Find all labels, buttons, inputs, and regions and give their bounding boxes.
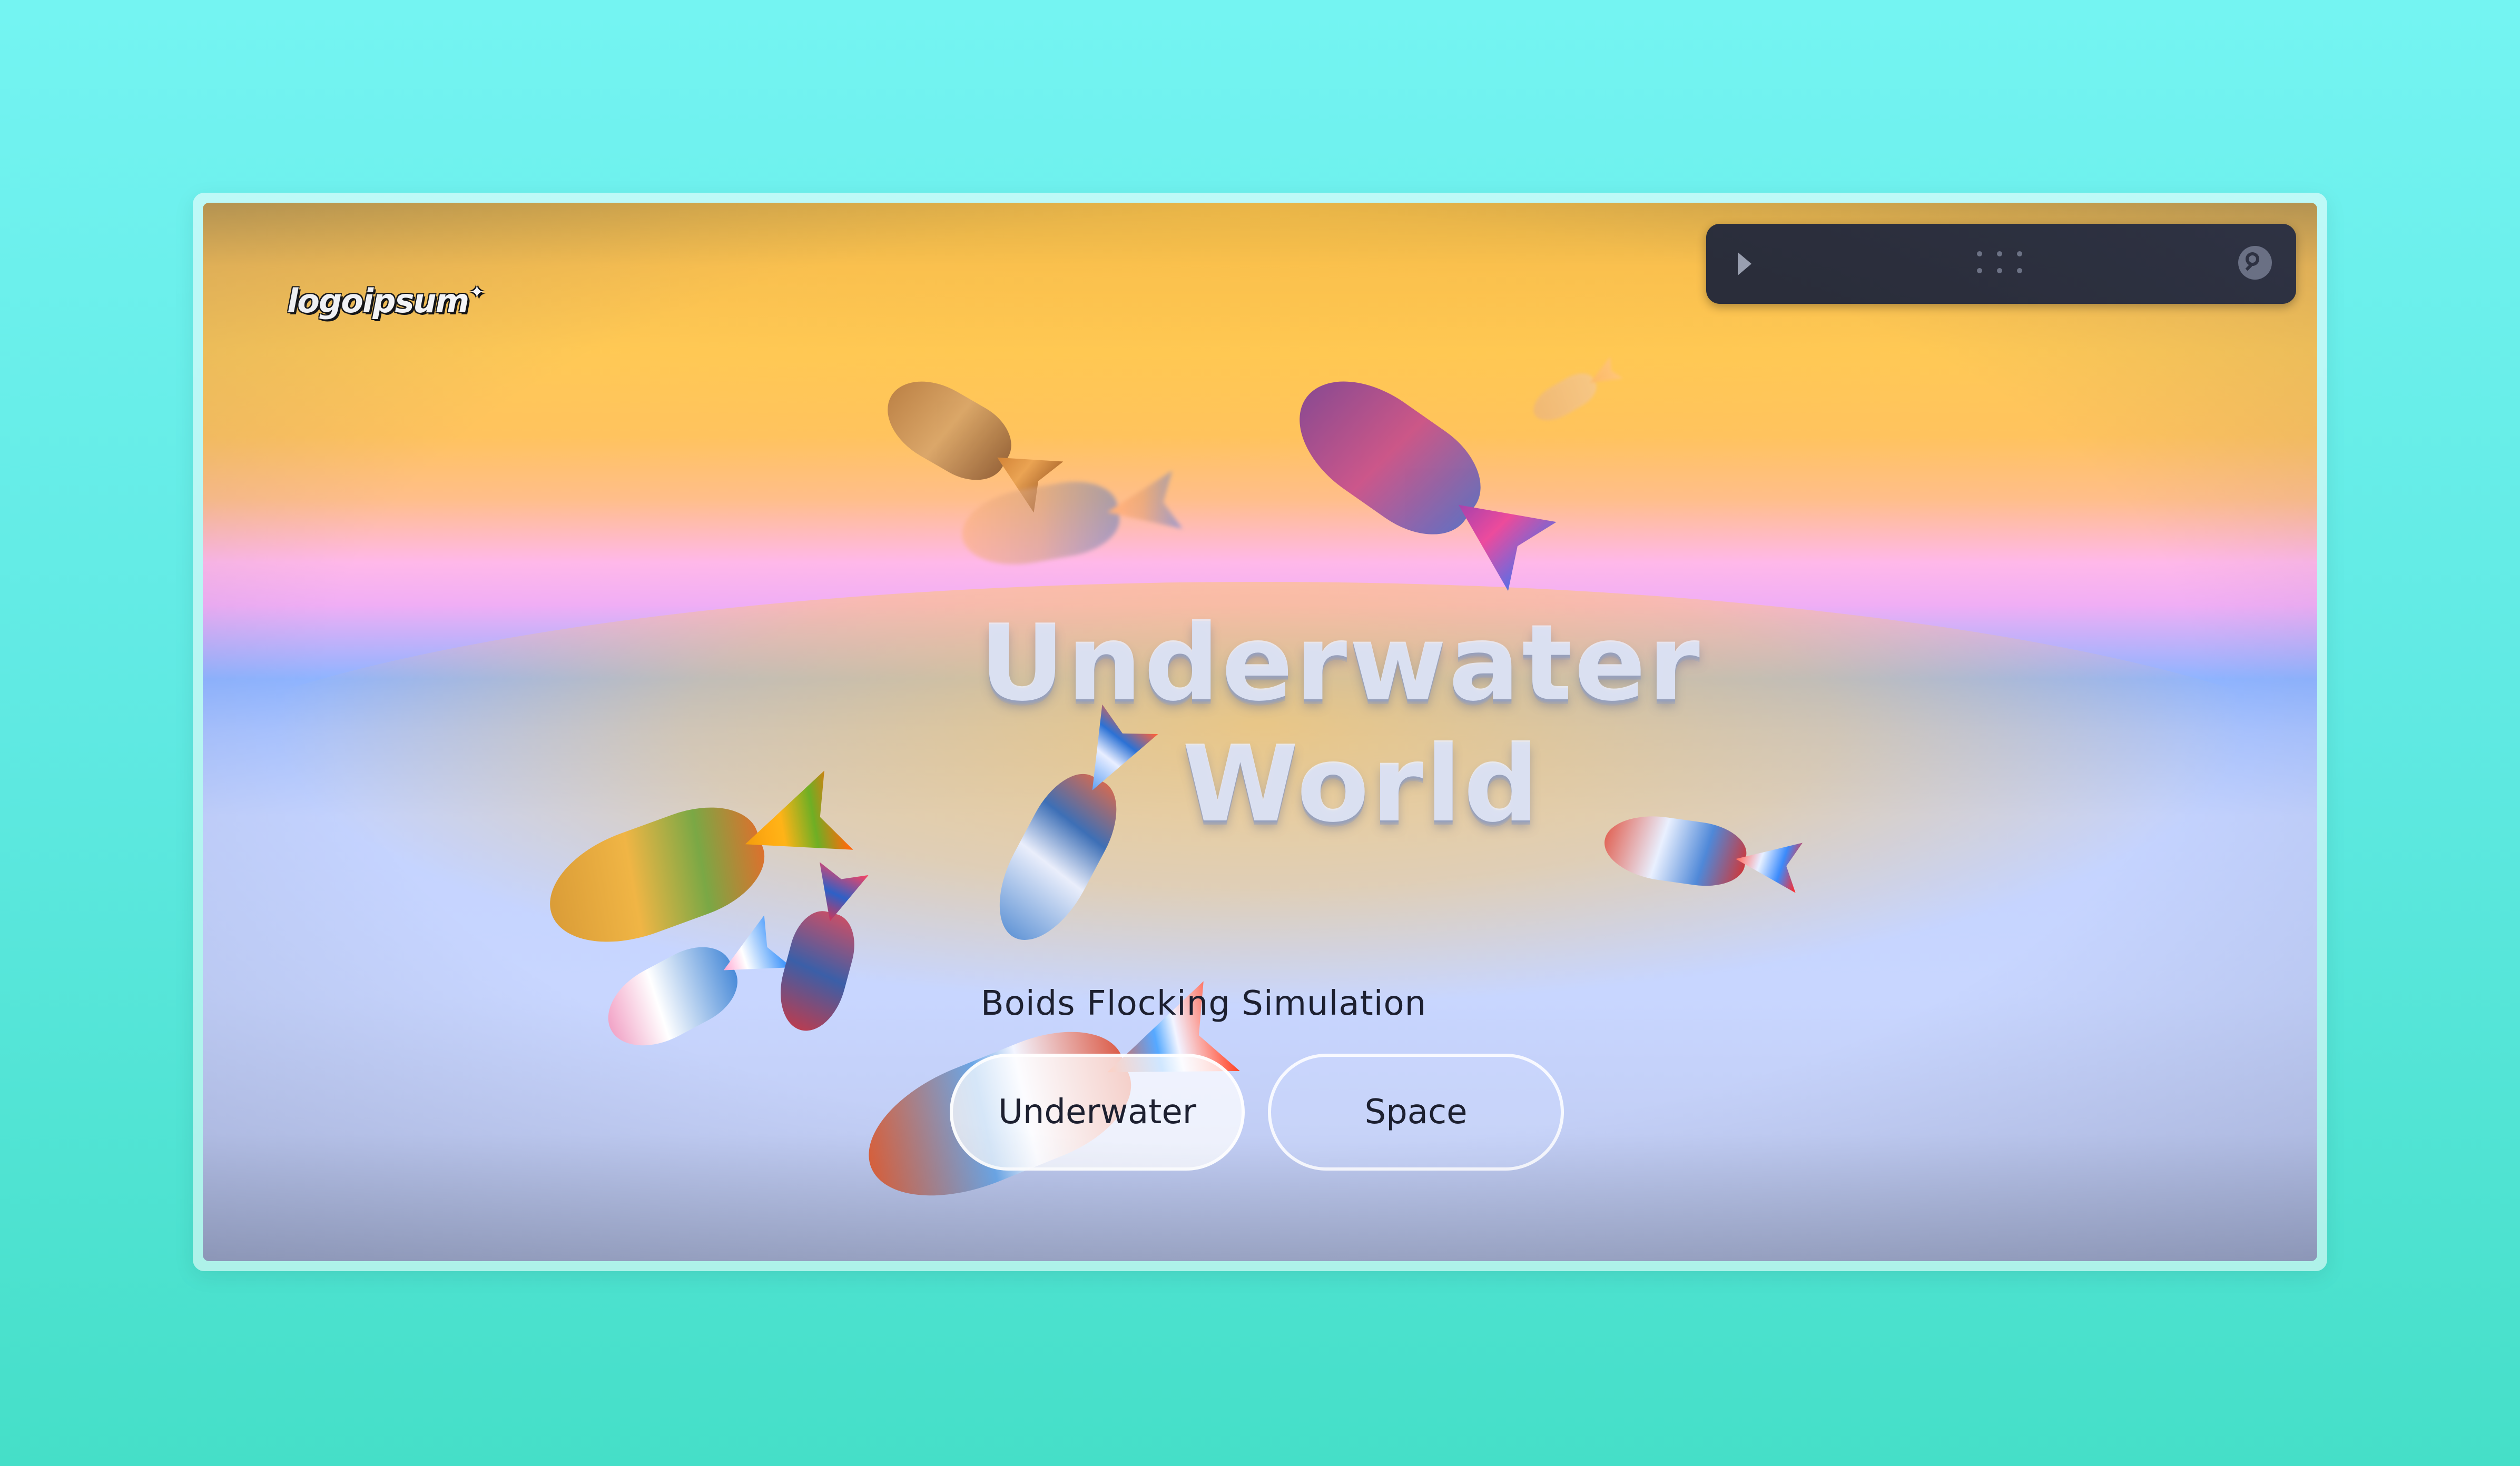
logo-text: logoipsum [287, 282, 469, 320]
simulation-subtitle: Boids Flocking Simulation [980, 984, 1427, 1023]
scene-title-line1: Underwater [979, 602, 1702, 725]
fish-far-right [1527, 366, 1602, 429]
controls-toolbar[interactable] [1706, 224, 2296, 304]
simulation-canvas[interactable]: Underwater World logoipsum✦ Boids Flocki… [203, 203, 2317, 1261]
drag-handle-icon[interactable] [1977, 251, 2024, 278]
fish-school-blur [956, 474, 1125, 574]
play-icon[interactable] [1738, 252, 1751, 275]
fish-purple-top [1276, 355, 1500, 556]
sparkle-icon: ✦ [469, 282, 484, 303]
brand-logo[interactable]: logoipsum✦ [287, 282, 485, 320]
space-mode-button[interactable]: Space [1268, 1054, 1564, 1171]
scene-title-3d: Underwater World [888, 603, 1794, 845]
search-icon[interactable] [2238, 246, 2272, 280]
fish-brown-top [872, 364, 1024, 494]
scene-title-line2: World [1182, 723, 1541, 846]
underwater-mode-button[interactable]: Underwater [950, 1054, 1245, 1171]
